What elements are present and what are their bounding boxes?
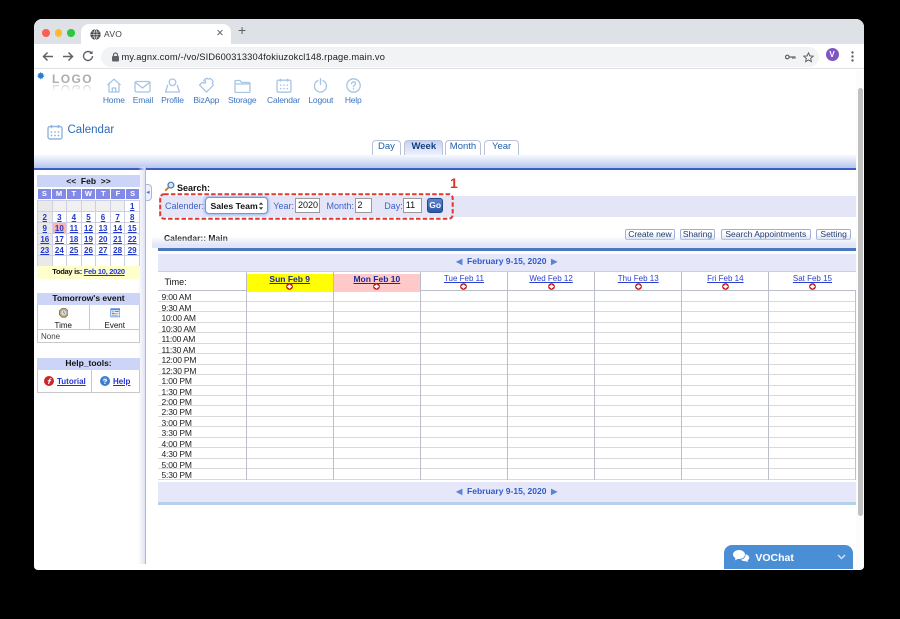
svg-text:?: ? <box>103 376 108 385</box>
